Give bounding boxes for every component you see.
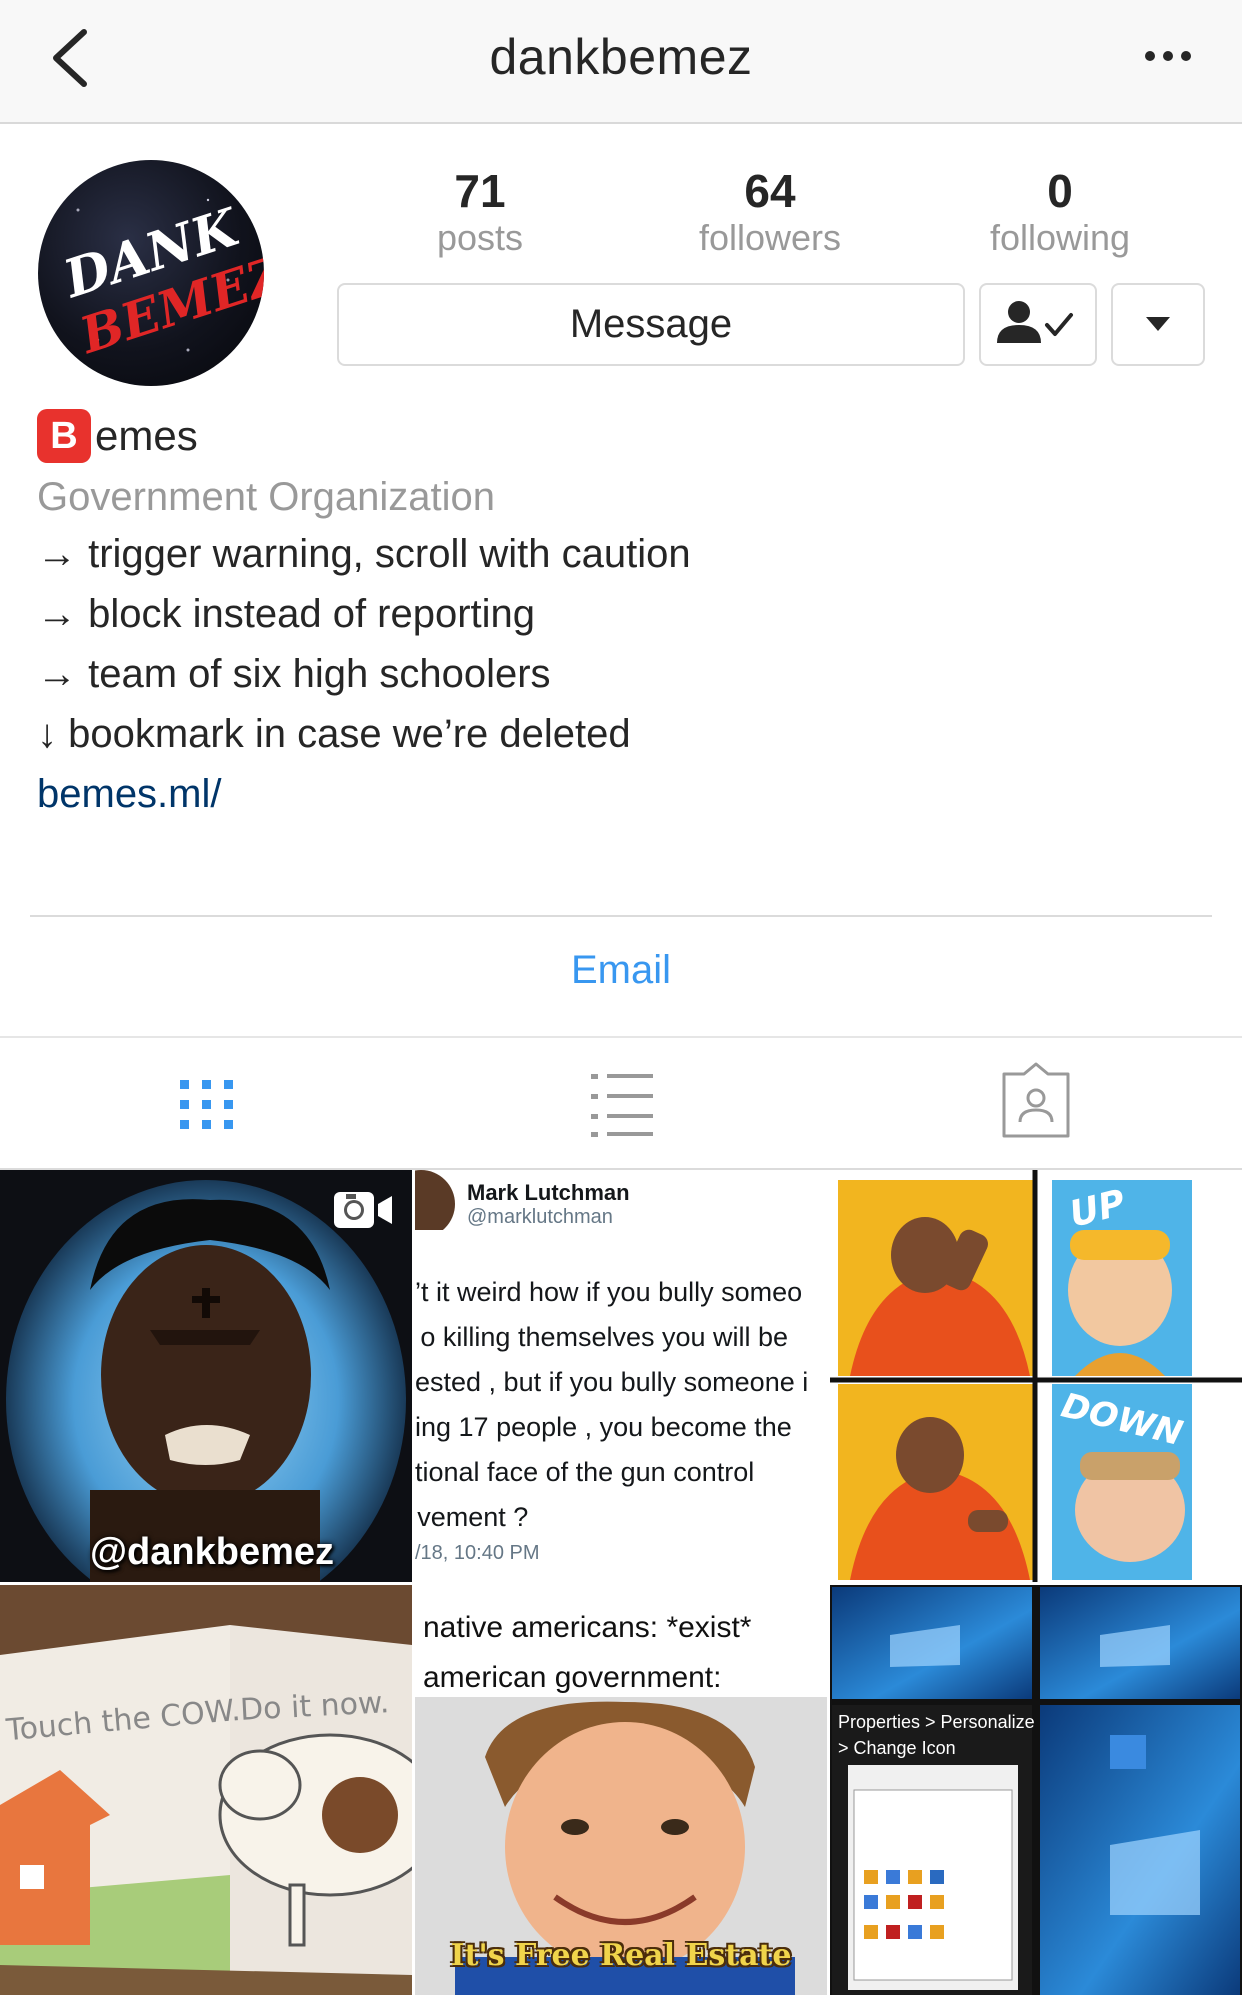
meme-caption: It's Free Real Estate bbox=[450, 1938, 792, 1973]
bio-line: → block instead of reporting bbox=[37, 592, 536, 636]
grid-post[interactable]: Properties > Personalize > Change Icon bbox=[830, 1585, 1242, 1995]
more-horizontal-icon bbox=[1145, 51, 1191, 61]
post-image bbox=[0, 1585, 412, 1995]
posts-count: 71 bbox=[454, 165, 506, 217]
bio-section: B emes Government Organization → trigger… bbox=[37, 408, 1207, 824]
b-emoji-icon: B bbox=[37, 409, 91, 463]
tweet-time: /18, 10:40 PM bbox=[415, 1542, 540, 1564]
bio-category: Government Organization bbox=[37, 475, 496, 519]
nav-bar: dankbemez bbox=[0, 0, 1242, 124]
avatar-logo: DANK BEMEZ bbox=[55, 196, 264, 365]
stat-following[interactable]: 0 following bbox=[950, 164, 1170, 258]
grid-post[interactable]: @dankbemez bbox=[0, 1170, 412, 1582]
divider bbox=[0, 1036, 1242, 1038]
stat-posts[interactable]: 71 posts bbox=[370, 164, 590, 258]
message-button[interactable]: Message bbox=[337, 283, 965, 366]
tab-list[interactable] bbox=[561, 1060, 681, 1150]
post-image bbox=[830, 1585, 1242, 1995]
tweet-handle: @marklutchman bbox=[467, 1206, 613, 1228]
list-icon bbox=[591, 1074, 653, 1137]
following-button[interactable] bbox=[979, 283, 1097, 366]
tweet-avatar bbox=[415, 1170, 455, 1230]
watermark-text: @dankbemez bbox=[90, 1531, 335, 1573]
bio-name: emes bbox=[95, 412, 198, 459]
posts-label: posts bbox=[436, 217, 524, 258]
bio-line: → trigger warning, scroll with caution bbox=[37, 532, 691, 576]
bio-line: → team of six high schoolers bbox=[37, 652, 551, 696]
grid-post[interactable]: UP DOWN bbox=[830, 1170, 1242, 1582]
grid-post[interactable]: native americans: *exist* american gover… bbox=[415, 1585, 827, 1995]
caret-down-icon bbox=[1146, 317, 1170, 331]
tagged-icon bbox=[1002, 1062, 1070, 1138]
video-icon bbox=[332, 1188, 394, 1232]
tab-tagged[interactable] bbox=[976, 1060, 1096, 1150]
following-count: 0 bbox=[1047, 165, 1073, 217]
meme-text: native americans: *exist* american gover… bbox=[423, 1611, 752, 1694]
properties-text: Properties > Personalize > Change Icon bbox=[838, 1712, 1035, 1758]
bio-website-link[interactable]: bemes.ml/ bbox=[37, 764, 1207, 824]
divider bbox=[30, 915, 1212, 917]
tweet-author: Mark Lutchman bbox=[467, 1180, 630, 1205]
grid-icon bbox=[180, 1080, 233, 1129]
dropdown-button[interactable] bbox=[1111, 283, 1205, 366]
person-check-icon bbox=[997, 301, 1073, 343]
following-label: following bbox=[989, 217, 1131, 258]
followers-label: followers bbox=[698, 217, 842, 258]
tweet-body: ’t it weird how if you bully someo o kil… bbox=[415, 1277, 809, 1532]
grid-post[interactable]: Touch the COW. Do it now. bbox=[0, 1585, 412, 1995]
tab-grid[interactable] bbox=[146, 1060, 266, 1150]
followers-count: 64 bbox=[744, 165, 796, 217]
email-button[interactable]: Email bbox=[0, 948, 1242, 993]
bio-line: ↓ bookmark in case we’re deleted bbox=[37, 712, 631, 756]
post-image: UP DOWN bbox=[830, 1170, 1242, 1582]
grid-post[interactable]: Mark Lutchman @marklutchman ’t it weird … bbox=[415, 1170, 827, 1582]
photo-grid: @dankbemez Mark Lutchman @marklutchman ’… bbox=[0, 1170, 1242, 1995]
more-options-button[interactable] bbox=[1138, 30, 1198, 82]
stat-followers[interactable]: 64 followers bbox=[660, 164, 880, 258]
page-title: dankbemez bbox=[489, 29, 753, 85]
avatar[interactable]: DANK BEMEZ bbox=[38, 160, 264, 386]
bio-name-row: B emes bbox=[37, 408, 1207, 464]
